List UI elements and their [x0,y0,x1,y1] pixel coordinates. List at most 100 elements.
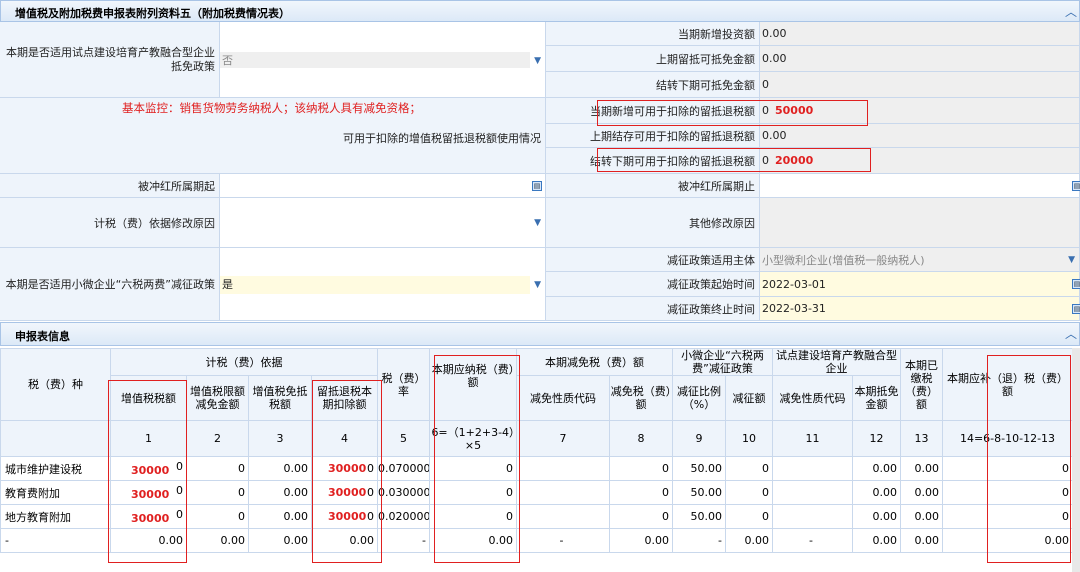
cell-v7[interactable]: - [516,528,610,553]
cell-v7[interactable] [516,504,610,529]
cell-v2[interactable]: 0 [186,504,249,529]
cell-v5[interactable]: - [377,528,430,553]
cell-v13[interactable]: 0.00 [900,456,943,481]
cell-v5[interactable]: 0.030000 [377,480,430,505]
col-num: 7 [516,420,610,457]
red-end-field[interactable]: ▤ [760,174,1080,198]
refund-usage-block: 基本监控：销售货物劳务纳税人；该纳税人具有减免资格； 可用于扣除的增值税留抵退税… [0,98,546,174]
other-reason-field[interactable] [760,198,1080,248]
cell-v5[interactable]: 0.020000 [377,504,430,529]
cell-v2[interactable]: 0 [186,480,249,505]
cell-v12[interactable]: 0.00 [852,504,901,529]
calendar-icon[interactable]: ▤ [1072,181,1080,191]
collapse-icon[interactable]: ︿ [1065,3,1077,20]
pilot-policy-value: 否 [220,52,530,68]
th-small: 小微企业“六税两费”减征政策 [672,348,773,376]
chevron-down-icon[interactable]: ▼ [1068,255,1075,265]
chevron-down-icon[interactable]: ▼ [534,56,541,66]
prev-refund-field[interactable]: 0.00 [760,124,1080,148]
val-v3: 0.00 [283,534,309,547]
cell-v13[interactable]: 0.00 [900,504,943,529]
carry-credit-field[interactable]: 0 [760,72,1080,98]
val-v10: 0 [762,486,769,499]
six-tax-select[interactable]: 是 ▼ [220,248,546,321]
cell-v7[interactable] [516,456,610,481]
cell-v11[interactable]: - [772,528,853,553]
cell-tax-type: 城市维护建设税 [0,456,111,481]
th-paid: 本期已缴税（费）额 [900,348,943,421]
calendar-icon[interactable]: ▤ [1072,279,1080,289]
cell-v12[interactable]: 0.00 [852,456,901,481]
section-title-main: 增值税及附加税费申报表附列资料五（附加税费情况表） [15,7,290,20]
val-v5: - [422,534,426,547]
new-investment-field[interactable]: 0.00 [760,22,1080,46]
basis-reason-select[interactable]: ▼ [220,198,546,248]
reduce-end-field[interactable]: 2022-03-31 ▤ [760,297,1080,321]
calendar-icon[interactable]: ▤ [532,181,542,191]
cell-v10[interactable]: 0 [725,504,773,529]
cell-v8[interactable]: 0.00 [609,528,673,553]
col-num: 2 [186,420,249,457]
val-v7: - [559,534,564,547]
pilot-policy-label: 本期是否适用试点建设培育产教融合型企业抵免政策 [0,22,220,98]
val-v3: 0.00 [283,510,309,523]
cell-v8[interactable]: 0 [609,504,673,529]
cell-v7[interactable] [516,480,610,505]
cell-v8[interactable]: 0 [609,456,673,481]
highlight-box [597,148,871,172]
new-investment-label: 当期新增投资额 [546,22,760,46]
cell-v9[interactable]: 50.00 [672,456,726,481]
cell-v2[interactable]: 0 [186,456,249,481]
cell-v11[interactable] [772,480,853,505]
reduce-start-label: 减征政策起始时间 [546,272,760,297]
val-v12: 0.00 [872,534,898,547]
chevron-down-icon[interactable]: ▼ [534,218,541,228]
red-end-label: 被冲红所属期止 [546,174,760,198]
th-ratio: 减征比例（%） [672,375,726,421]
cell-v13[interactable]: 0.00 [900,528,943,553]
cell-v3[interactable]: 0.00 [248,456,312,481]
reduce-subject-field[interactable]: 小型微利企业(增值税一般纳税人) ▼ [760,248,1080,272]
prev-credit-field[interactable]: 0.00 [760,46,1080,72]
cell-v11[interactable] [772,504,853,529]
th-c2: 增值税限额减免金额 [186,375,249,421]
cell-v10[interactable]: 0 [725,456,773,481]
val-v10: 0 [762,462,769,475]
val-v12: 0.00 [872,510,898,523]
collapse-icon[interactable]: ︿ [1065,325,1077,342]
cell-v13[interactable]: 0.00 [900,480,943,505]
cell-v9[interactable]: 50.00 [672,480,726,505]
row-name: 地方教育附加 [5,510,71,524]
cell-v12[interactable]: 0.00 [852,528,901,553]
cell-v3[interactable]: 0.00 [248,480,312,505]
pilot-policy-select[interactable]: 否 ▼ [220,22,546,98]
row-name: 教育费附加 [5,486,60,500]
scrollbar[interactable] [1072,348,1080,572]
cell-v5[interactable]: 0.070000 [377,456,430,481]
cell-v10[interactable]: 0.00 [725,528,773,553]
reduce-end-label: 减征政策终止时间 [546,297,760,321]
val-v12: 0.00 [872,486,898,499]
cell-v11[interactable] [772,456,853,481]
red-start-label: 被冲红所属期起 [0,174,220,198]
section-header-main[interactable]: 增值税及附加税费申报表附列资料五（附加税费情况表） ︿ [0,0,1080,22]
val-v8: 0 [662,510,669,523]
calendar-icon[interactable]: ▤ [1072,304,1080,314]
reduce-start-field[interactable]: 2022-03-01 ▤ [760,272,1080,297]
cell-v2[interactable]: 0.00 [186,528,249,553]
val-v9: 50.00 [690,462,723,475]
red-start-field[interactable]: ▤ [220,174,546,198]
val-v12: 0.00 [872,462,898,475]
chevron-down-icon[interactable]: ▼ [534,280,541,290]
cell-v3[interactable]: 0.00 [248,504,312,529]
section-header-info[interactable]: 申报表信息 ︿ [0,322,1080,346]
cell-v9[interactable]: 50.00 [672,504,726,529]
row-name: 城市维护建设税 [5,462,82,476]
cell-v10[interactable]: 0 [725,480,773,505]
cell-v12[interactable]: 0.00 [852,480,901,505]
form-panel: 本期是否适用试点建设培育产教融合型企业抵免政策 否 ▼ 当期新增投资额 0.00… [0,22,1080,321]
cell-v8[interactable]: 0 [609,480,673,505]
val-v9: 50.00 [690,486,723,499]
cell-v9[interactable]: - [672,528,726,553]
cell-v3[interactable]: 0.00 [248,528,312,553]
